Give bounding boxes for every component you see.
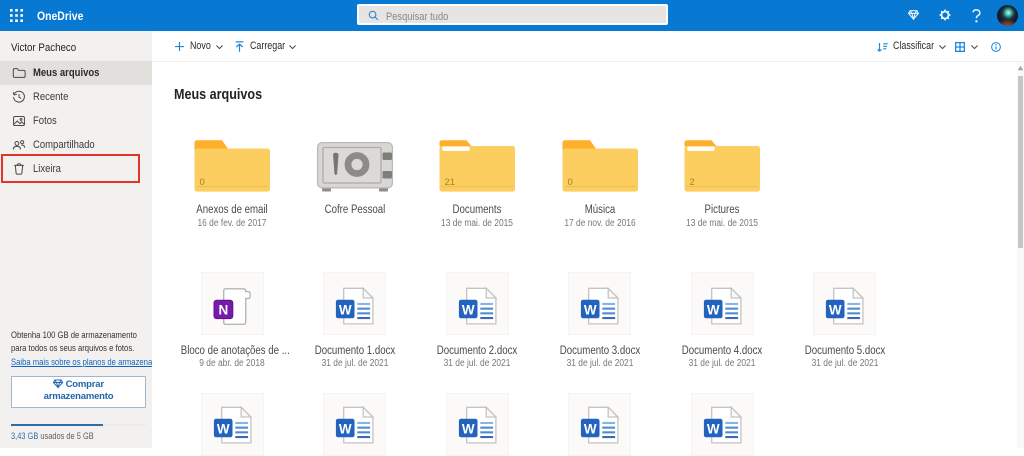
svg-text:W: W: [339, 421, 352, 436]
svg-text:W: W: [706, 421, 719, 436]
svg-text:21: 21: [445, 177, 456, 188]
svg-text:W: W: [829, 302, 842, 317]
svg-text:W: W: [706, 302, 719, 317]
svg-text:W: W: [216, 421, 229, 436]
svg-text:W: W: [584, 421, 597, 436]
svg-text:N: N: [218, 302, 228, 317]
svg-text:W: W: [461, 421, 474, 436]
svg-text:W: W: [461, 302, 474, 317]
svg-text:2: 2: [690, 177, 695, 188]
svg-text:W: W: [584, 302, 597, 317]
svg-text:0: 0: [567, 177, 572, 188]
svg-text:W: W: [339, 302, 352, 317]
svg-text:0: 0: [200, 177, 205, 188]
